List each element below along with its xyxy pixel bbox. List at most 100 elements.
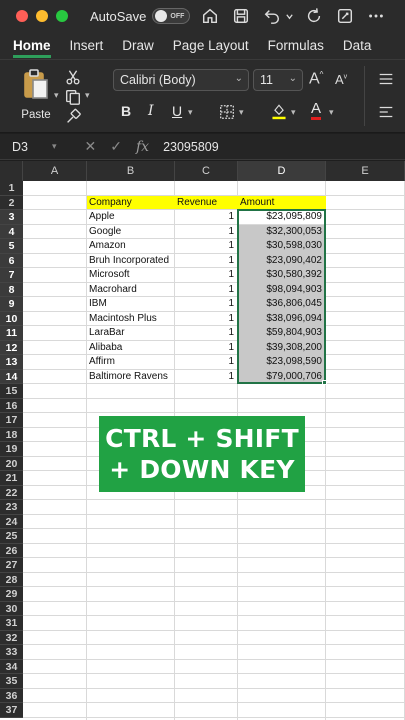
revenue-cell[interactable]: 1 bbox=[175, 297, 237, 312]
row-header-6[interactable]: 6 bbox=[0, 253, 23, 268]
borders-icon[interactable] bbox=[218, 103, 236, 126]
company-cell[interactable]: Macintosh Plus bbox=[87, 312, 187, 327]
bold-button[interactable]: B bbox=[121, 103, 131, 119]
undo-dropdown-icon[interactable] bbox=[284, 5, 294, 27]
header-cell[interactable]: Company bbox=[87, 196, 187, 211]
revenue-cell[interactable]: 1 bbox=[175, 283, 237, 298]
revenue-cell[interactable]: 1 bbox=[175, 210, 237, 225]
row-header-24[interactable]: 24 bbox=[0, 514, 23, 529]
revenue-cell[interactable]: 1 bbox=[175, 225, 237, 240]
company-cell[interactable]: Bruh Incorporated bbox=[87, 254, 187, 269]
row-header-1[interactable]: 1 bbox=[0, 181, 23, 196]
row-header-21[interactable]: 21 bbox=[0, 471, 23, 486]
save-icon[interactable] bbox=[230, 5, 252, 27]
column-header-d[interactable]: D bbox=[238, 161, 326, 181]
underline-button[interactable]: U bbox=[172, 103, 182, 119]
row-header-33[interactable]: 33 bbox=[0, 645, 23, 660]
row-header-34[interactable]: 34 bbox=[0, 659, 23, 674]
name-box[interactable]: D3 bbox=[0, 140, 60, 154]
font-size-select[interactable]: 11 ⌄ bbox=[253, 69, 303, 91]
zoom-window-button[interactable] bbox=[56, 10, 68, 22]
row-header-26[interactable]: 26 bbox=[0, 543, 23, 558]
row-header-10[interactable]: 10 bbox=[0, 311, 23, 326]
grow-font-button[interactable]: A^ bbox=[309, 70, 323, 88]
row-header-12[interactable]: 12 bbox=[0, 340, 23, 355]
row-header-25[interactable]: 25 bbox=[0, 529, 23, 544]
row-header-28[interactable]: 28 bbox=[0, 572, 23, 587]
row-header-35[interactable]: 35 bbox=[0, 674, 23, 689]
company-cell[interactable]: Baltimore Ravens bbox=[87, 370, 187, 385]
tab-formulas[interactable]: Formulas bbox=[268, 38, 324, 53]
more-icon[interactable] bbox=[365, 5, 387, 27]
company-cell[interactable]: IBM bbox=[87, 297, 187, 312]
minimize-window-button[interactable] bbox=[36, 10, 48, 22]
home-icon[interactable] bbox=[199, 5, 221, 27]
tab-insert[interactable]: Insert bbox=[70, 38, 104, 53]
revenue-cell[interactable]: 1 bbox=[175, 312, 237, 327]
revenue-cell[interactable]: 1 bbox=[175, 326, 237, 341]
row-header-22[interactable]: 22 bbox=[0, 485, 23, 500]
font-name-select[interactable]: Calibri (Body) ⌄ bbox=[113, 69, 249, 91]
fill-color-icon[interactable] bbox=[270, 102, 288, 125]
row-header-30[interactable]: 30 bbox=[0, 601, 23, 616]
column-header-b[interactable]: B bbox=[87, 161, 175, 181]
row-header-37[interactable]: 37 bbox=[0, 703, 23, 718]
row-header-29[interactable]: 29 bbox=[0, 587, 23, 602]
revenue-cell[interactable]: 1 bbox=[175, 341, 237, 356]
tab-page-layout[interactable]: Page Layout bbox=[173, 38, 249, 53]
close-window-button[interactable] bbox=[16, 10, 28, 22]
select-all-corner[interactable] bbox=[0, 161, 23, 181]
row-header-3[interactable]: 3 bbox=[0, 210, 23, 225]
row-header-16[interactable]: 16 bbox=[0, 398, 23, 413]
revenue-cell[interactable]: 1 bbox=[175, 268, 237, 283]
row-header-4[interactable]: 4 bbox=[0, 224, 23, 239]
format-brush-icon[interactable] bbox=[64, 108, 82, 131]
cancel-entry-icon[interactable]: ✕ bbox=[85, 138, 97, 155]
revenue-cell[interactable]: 1 bbox=[175, 355, 237, 370]
tab-home[interactable]: Home bbox=[13, 38, 51, 58]
row-header-20[interactable]: 20 bbox=[0, 456, 23, 471]
row-header-2[interactable]: 2 bbox=[0, 195, 23, 210]
confirm-entry-icon[interactable]: ✓ bbox=[110, 138, 122, 155]
font-color-button[interactable]: A bbox=[311, 101, 322, 120]
header-cell[interactable]: Amount bbox=[238, 196, 325, 211]
row-header-23[interactable]: 23 bbox=[0, 500, 23, 515]
undo-icon[interactable] bbox=[261, 5, 283, 27]
fill-handle[interactable] bbox=[322, 380, 327, 385]
paste-options-chevron-icon[interactable]: ▾ bbox=[54, 90, 59, 101]
column-header-a[interactable]: A bbox=[23, 161, 87, 181]
copy-dropdown-icon[interactable]: ▾ bbox=[85, 90, 90, 101]
row-header-32[interactable]: 32 bbox=[0, 630, 23, 645]
row-header-11[interactable]: 11 bbox=[0, 326, 23, 341]
borders-dropdown-icon[interactable]: ▾ bbox=[239, 107, 244, 118]
company-cell[interactable]: Affirm bbox=[87, 355, 187, 370]
underline-dropdown-icon[interactable]: ▾ bbox=[188, 107, 193, 118]
align-top-icon[interactable] bbox=[377, 70, 395, 93]
paste-button[interactable]: Paste bbox=[14, 68, 58, 121]
revenue-cell[interactable]: 1 bbox=[175, 239, 237, 254]
font-color-dropdown-icon[interactable]: ▾ bbox=[329, 107, 334, 118]
row-header-9[interactable]: 9 bbox=[0, 297, 23, 312]
column-header-e[interactable]: E bbox=[326, 161, 405, 181]
row-header-7[interactable]: 7 bbox=[0, 268, 23, 283]
fill-color-dropdown-icon[interactable]: ▾ bbox=[291, 107, 296, 118]
company-cell[interactable]: Amazon bbox=[87, 239, 187, 254]
insert-function-icon[interactable]: fx bbox=[136, 139, 149, 155]
italic-button[interactable]: I bbox=[148, 103, 154, 119]
company-cell[interactable]: Alibaba bbox=[87, 341, 187, 356]
revenue-cell[interactable]: 1 bbox=[175, 370, 237, 385]
row-header-31[interactable]: 31 bbox=[0, 616, 23, 631]
row-header-5[interactable]: 5 bbox=[0, 239, 23, 254]
formula-input[interactable]: 23095809 bbox=[163, 140, 219, 154]
shrink-font-button[interactable]: Av bbox=[335, 72, 347, 87]
row-header-15[interactable]: 15 bbox=[0, 384, 23, 399]
tab-draw[interactable]: Draw bbox=[122, 38, 154, 53]
redo-icon[interactable] bbox=[303, 5, 325, 27]
company-cell[interactable]: Google bbox=[87, 225, 187, 240]
header-cell[interactable]: Revenue bbox=[175, 196, 237, 211]
revenue-cell[interactable]: 1 bbox=[175, 254, 237, 269]
autosave-toggle[interactable]: OFF bbox=[152, 8, 191, 24]
row-header-8[interactable]: 8 bbox=[0, 282, 23, 297]
column-header-c[interactable]: C bbox=[175, 161, 238, 181]
row-header-14[interactable]: 14 bbox=[0, 369, 23, 384]
